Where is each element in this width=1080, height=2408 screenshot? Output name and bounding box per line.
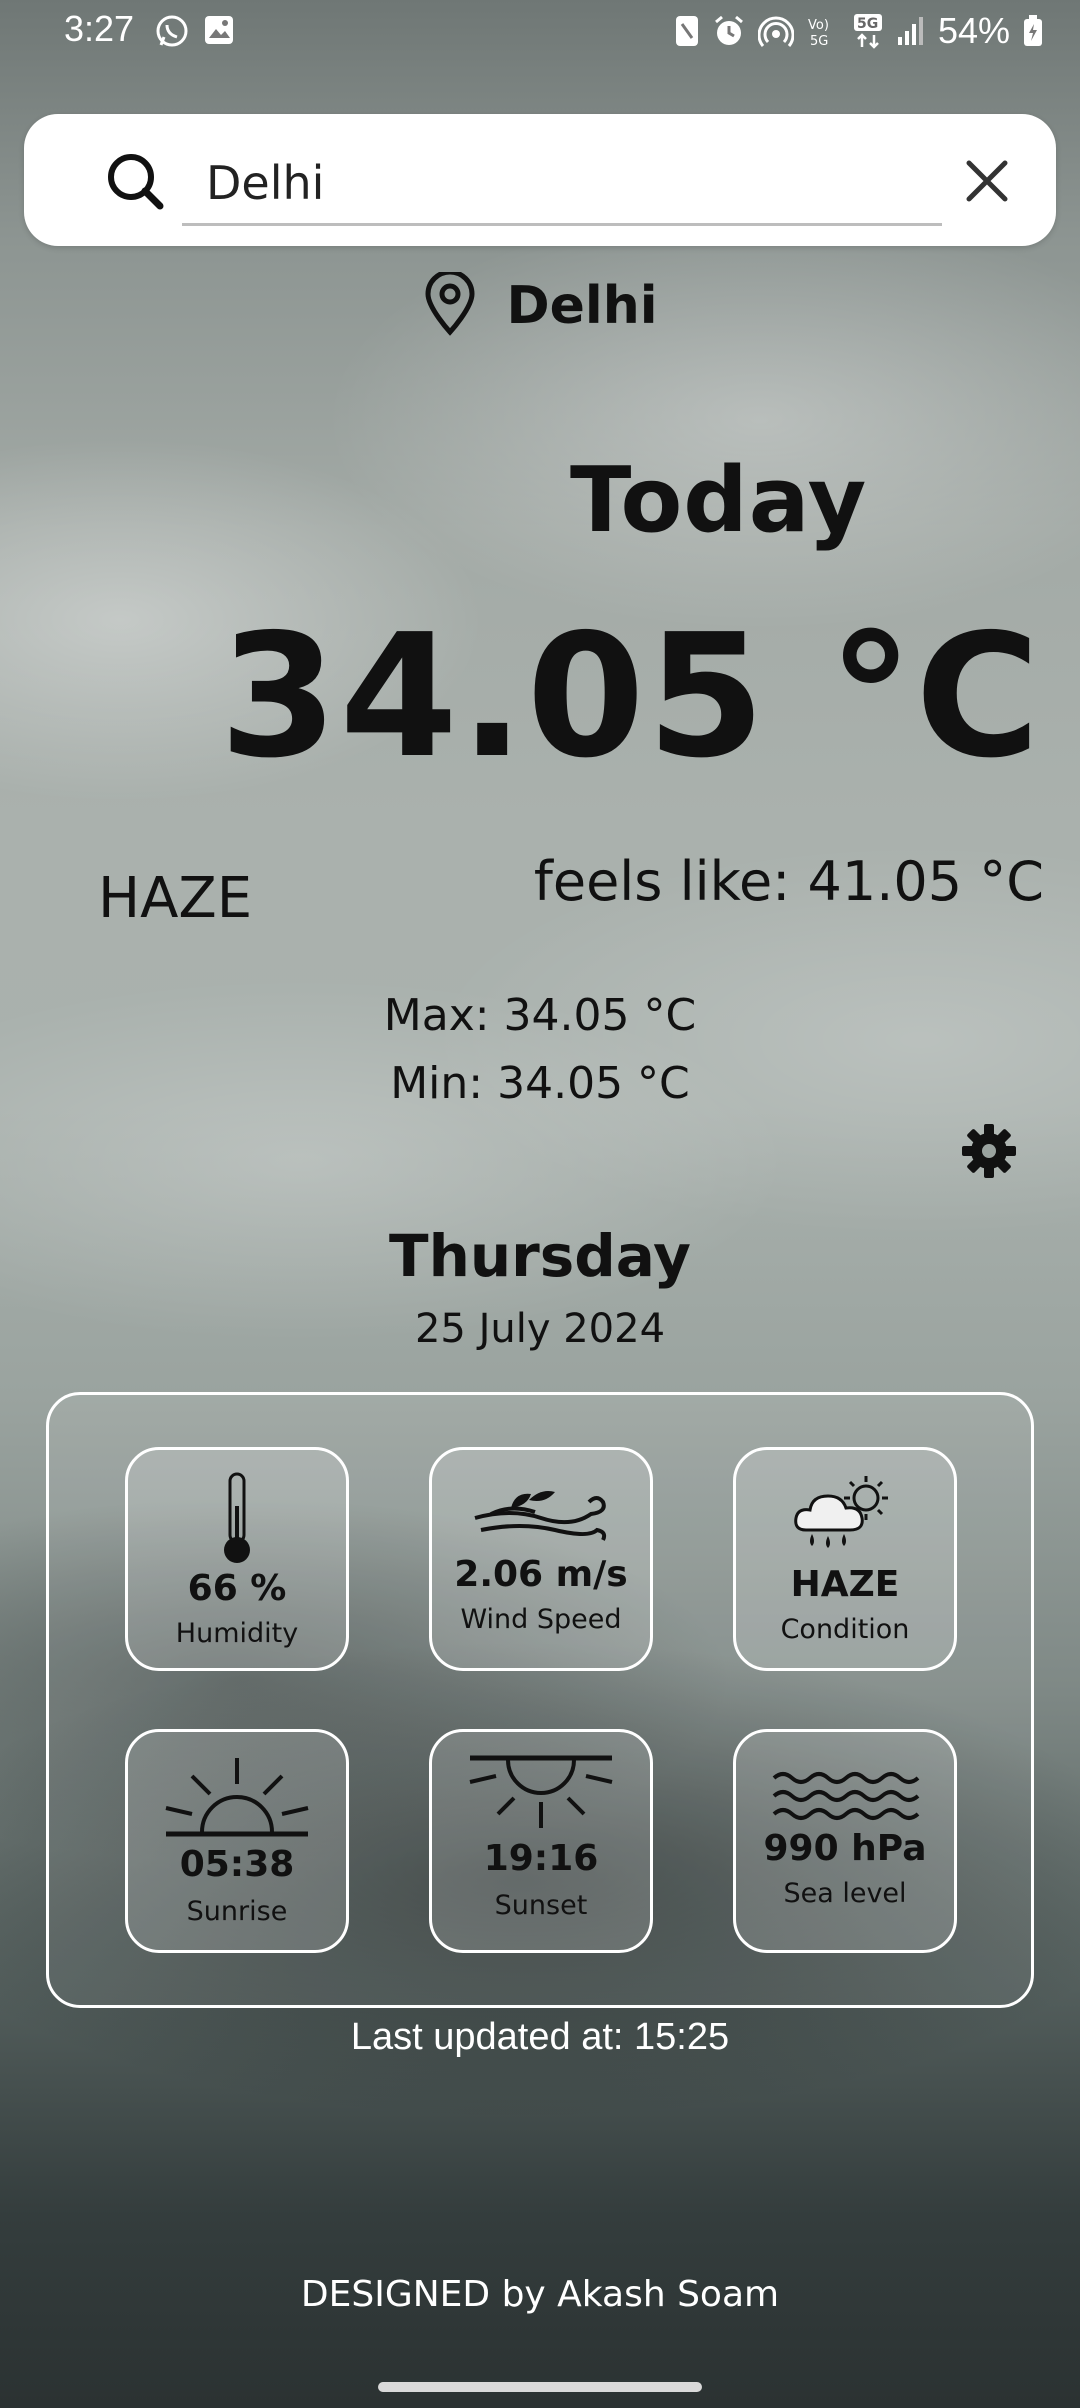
sunrise-icon (128, 1756, 346, 1840)
signal-icon (896, 15, 926, 47)
status-time: 3:27 (64, 8, 135, 49)
location-pin-icon (422, 269, 478, 340)
close-icon[interactable] (964, 158, 1010, 208)
wind-value: 2.06 m/s (454, 1554, 628, 1595)
sea-level-value: 990 hPa (763, 1828, 927, 1869)
feels-like: feels like: 41.05 °C (533, 850, 1044, 913)
search-bar (24, 114, 1056, 246)
volte-icon: Vo) 5G (806, 14, 840, 48)
hotspot-icon (757, 14, 794, 48)
current-temperature: 34.05 °C (219, 598, 1042, 796)
today-label: Today (570, 448, 868, 553)
status-left-icons (155, 14, 235, 48)
wind-caption: Wind Speed (460, 1604, 622, 1635)
svg-text:Vo): Vo) (808, 18, 829, 33)
weather-details-panel: 66 % Humidity 2.06 m/s Wind Speed HAZE C… (46, 1392, 1034, 2008)
gallery-icon (203, 14, 235, 48)
thermometer-icon (128, 1470, 346, 1566)
min-temperature: Min: 34.05 °C (390, 1058, 690, 1109)
battery-percentage: 54% (937, 10, 1010, 51)
whatsapp-icon (155, 14, 189, 48)
date-text: 25 July 2024 (414, 1306, 666, 1352)
waves-icon (736, 1768, 954, 1822)
svg-text:5G: 5G (857, 16, 878, 32)
sunset-value: 19:16 (483, 1838, 599, 1879)
sunrise-value: 05:38 (179, 1844, 295, 1885)
alarm-icon (712, 14, 746, 48)
day-name: Thursday (389, 1222, 691, 1290)
humidity-tile: 66 % Humidity (125, 1447, 349, 1671)
sunset-icon (432, 1752, 650, 1832)
sea-level-tile: 990 hPa Sea level (733, 1729, 957, 1953)
sunset-tile: 19:16 Sunset (429, 1729, 653, 1953)
location-name: Delhi (506, 276, 658, 336)
cloud-rain-sun-icon (736, 1472, 954, 1556)
home-indicator[interactable] (378, 2382, 702, 2392)
wind-icon (432, 1484, 650, 1548)
wind-tile: 2.06 m/s Wind Speed (429, 1447, 653, 1671)
sunrise-caption: Sunrise (186, 1896, 288, 1927)
condition-caption: Condition (780, 1614, 910, 1645)
sea-level-caption: Sea level (783, 1878, 907, 1909)
5g-icon: 5G (852, 13, 884, 49)
last-updated: Last updated at: 15:25 (350, 2016, 730, 2058)
max-temperature: Max: 34.05 °C (383, 990, 697, 1041)
designed-by: DESIGNED by Akash Soam (300, 2274, 780, 2315)
location-header: Delhi (0, 269, 1080, 340)
status-bar: 3:27 Vo) 5G 5G 54% (0, 0, 1080, 64)
gear-icon[interactable] (960, 1122, 1018, 1184)
weather-condition: HAZE (98, 866, 253, 931)
condition-tile: HAZE Condition (733, 1447, 957, 1671)
condition-value: HAZE (790, 1564, 900, 1605)
battery-icon (1022, 14, 1044, 48)
search-input[interactable] (182, 142, 942, 226)
status-right-icons: Vo) 5G 5G 54% (674, 10, 1044, 52)
humidity-value: 66 % (187, 1568, 287, 1609)
sunrise-tile: 05:38 Sunrise (125, 1729, 349, 1953)
sunset-caption: Sunset (494, 1890, 588, 1921)
svg-text:5G: 5G (810, 34, 828, 48)
search-icon[interactable] (104, 150, 166, 216)
nfc-icon (674, 14, 700, 48)
humidity-caption: Humidity (175, 1618, 299, 1649)
